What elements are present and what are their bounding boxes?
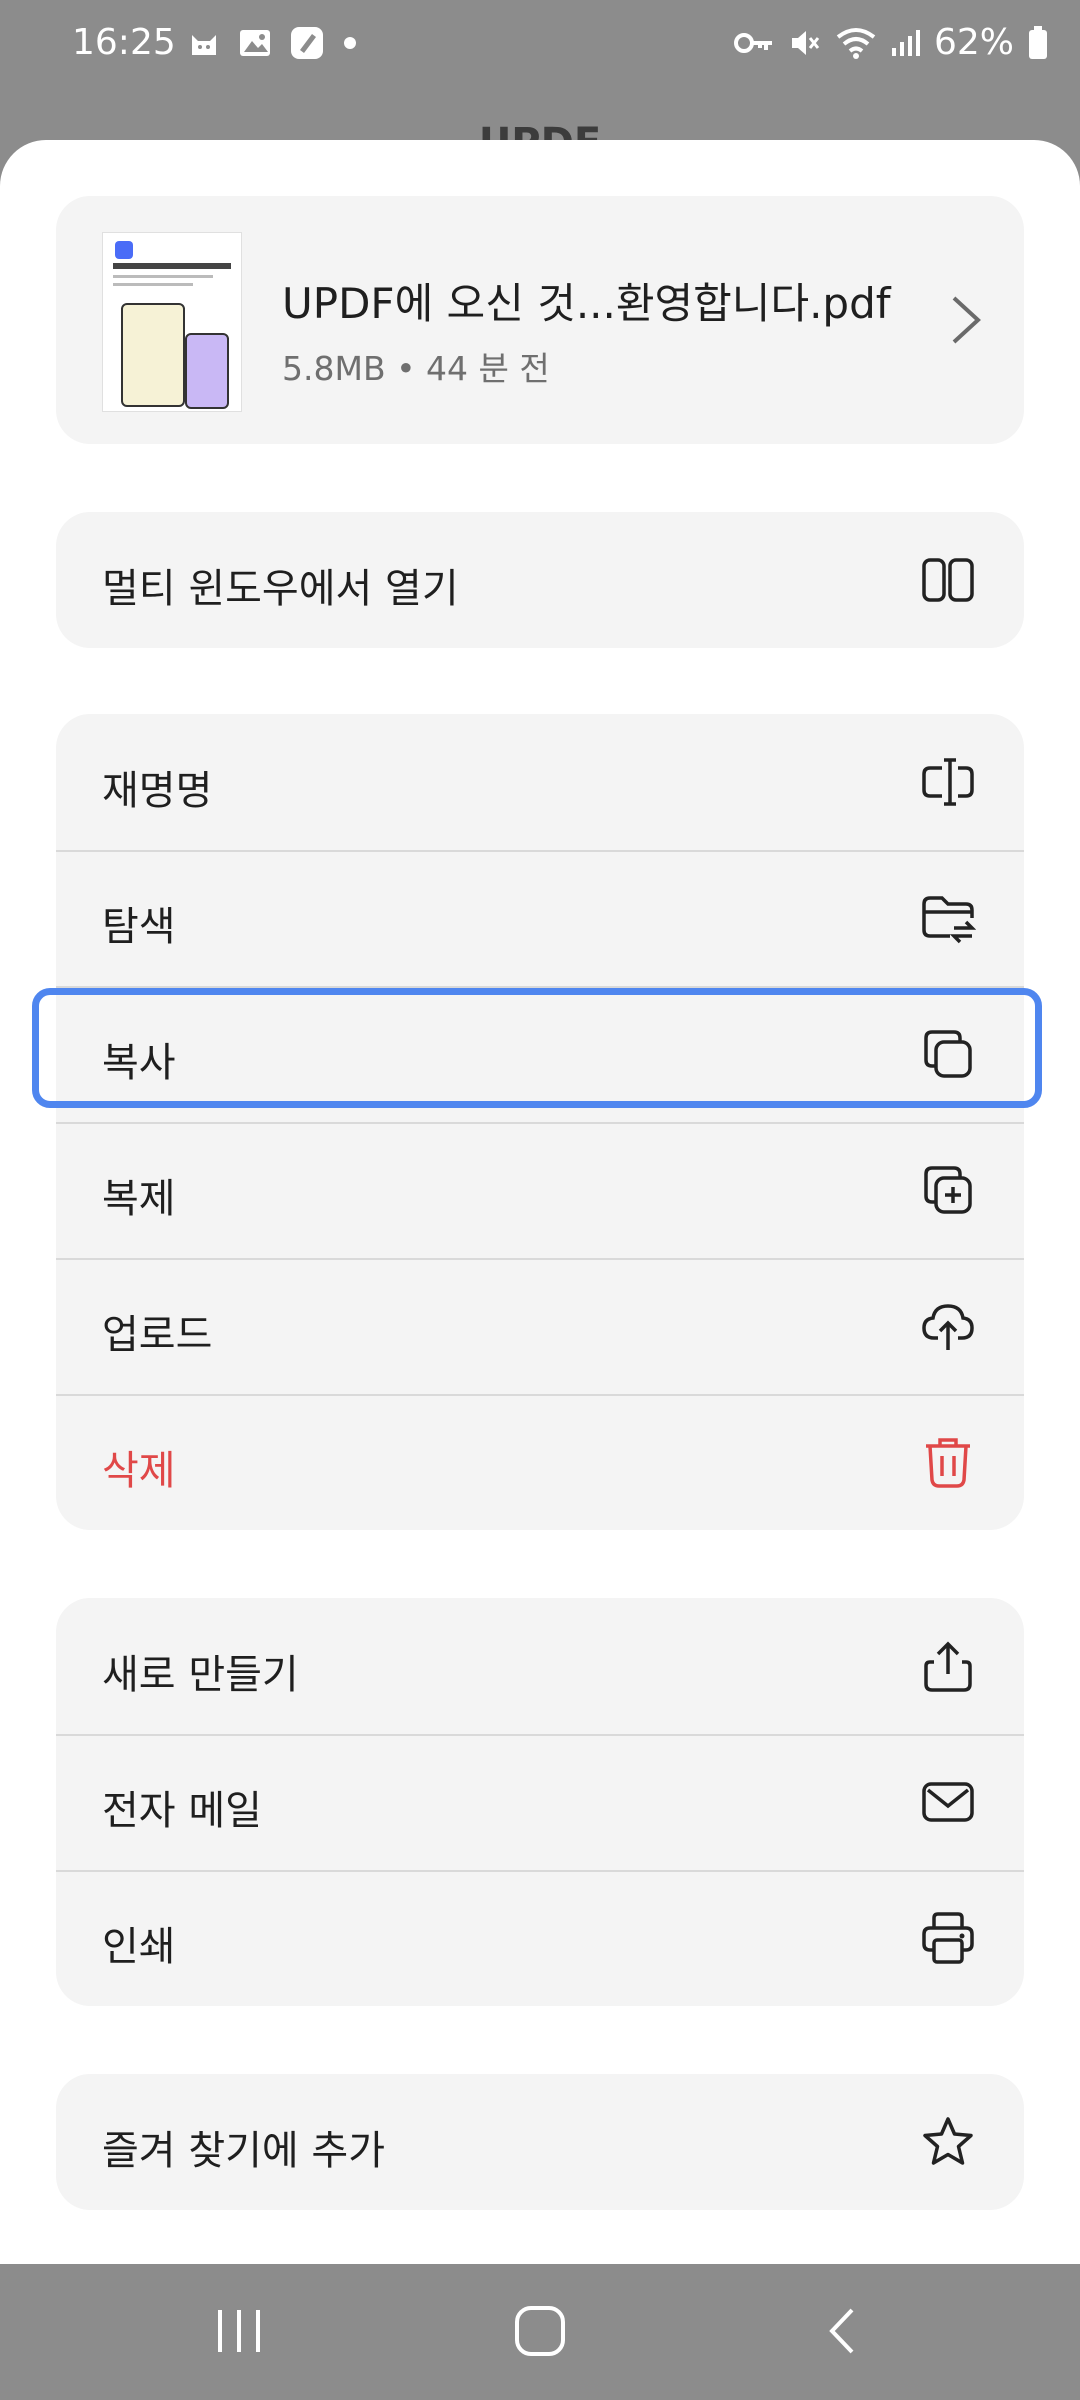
menu-group-window: 멀티 윈도우에서 열기 bbox=[56, 512, 1024, 648]
menu-item-email[interactable]: 전자 메일 bbox=[56, 1734, 1024, 1870]
chevron-right-icon bbox=[948, 292, 984, 352]
star-icon bbox=[920, 2114, 976, 2170]
navigation-bar bbox=[0, 2264, 1080, 2400]
share-icon bbox=[920, 1638, 976, 1694]
vpn-key-icon bbox=[733, 28, 774, 58]
menu-item-label: 삭제 bbox=[102, 1448, 176, 1494]
battery-percent: 62% bbox=[933, 22, 1014, 63]
copy-item-highlight bbox=[32, 988, 1042, 1108]
gallery-icon bbox=[238, 27, 272, 59]
cat-notification-icon bbox=[188, 27, 220, 59]
printer-icon bbox=[920, 1910, 976, 1966]
menu-item-label: 인쇄 bbox=[102, 1924, 176, 1970]
menu-item-duplicate[interactable]: 복제 bbox=[56, 1122, 1024, 1258]
signal-icon bbox=[890, 28, 920, 58]
menu-item-label: 전자 메일 bbox=[102, 1788, 262, 1834]
file-thumbnail bbox=[102, 232, 242, 412]
menu-item-label: 복제 bbox=[102, 1176, 176, 1222]
dot-icon bbox=[342, 35, 358, 51]
menu-group-share: 새로 만들기 전자 메일 인쇄 bbox=[56, 1598, 1024, 2006]
menu-item-label: 멀티 윈도우에서 열기 bbox=[102, 566, 459, 612]
recents-icon[interactable] bbox=[214, 2304, 264, 2362]
mute-icon bbox=[788, 26, 822, 60]
home-icon[interactable] bbox=[512, 2304, 568, 2362]
split-window-icon bbox=[920, 552, 976, 608]
status-time: 16:25 bbox=[72, 22, 176, 63]
rename-cursor-icon bbox=[920, 754, 976, 810]
folder-swap-icon bbox=[920, 890, 976, 946]
battery-icon bbox=[1028, 25, 1048, 60]
menu-item-label: 업로드 bbox=[102, 1312, 213, 1358]
menu-item-label: 새로 만들기 bbox=[102, 1652, 299, 1698]
menu-item-rename[interactable]: 재명명 bbox=[56, 714, 1024, 850]
file-meta: 5.8MB • 44 분 전 bbox=[282, 349, 550, 388]
menu-item-add-favorite[interactable]: 즐겨 찾기에 추가 bbox=[56, 2074, 1024, 2210]
cloud-upload-icon bbox=[920, 1298, 976, 1354]
pen-app-icon bbox=[290, 26, 324, 60]
file-actions-sheet: UPDF에 오신 것...환영합니다.pdf 5.8MB • 44 분 전 멀티… bbox=[0, 140, 1080, 2264]
menu-item-delete[interactable]: 삭제 bbox=[56, 1394, 1024, 1530]
trash-icon bbox=[920, 1434, 976, 1490]
menu-group-favorite: 즐겨 찾기에 추가 bbox=[56, 2074, 1024, 2210]
menu-item-explore[interactable]: 탐색 bbox=[56, 850, 1024, 986]
file-name: UPDF에 오신 것...환영합니다.pdf bbox=[282, 279, 891, 328]
duplicate-icon bbox=[920, 1162, 976, 1218]
file-info-card[interactable]: UPDF에 오신 것...환영합니다.pdf 5.8MB • 44 분 전 bbox=[56, 196, 1024, 444]
mail-icon bbox=[920, 1774, 976, 1830]
menu-item-open-multi-window[interactable]: 멀티 윈도우에서 열기 bbox=[56, 512, 1024, 648]
menu-group-file: 재명명 탐색 복사 복제 업로드 삭제 bbox=[56, 714, 1024, 1530]
menu-item-new[interactable]: 새로 만들기 bbox=[56, 1598, 1024, 1734]
menu-item-print[interactable]: 인쇄 bbox=[56, 1870, 1024, 2006]
menu-item-label: 즐겨 찾기에 추가 bbox=[102, 2128, 386, 2174]
back-icon[interactable] bbox=[822, 2304, 862, 2362]
wifi-icon bbox=[836, 27, 876, 59]
status-bar: 16:25 62% bbox=[0, 0, 1080, 92]
menu-item-label: 탐색 bbox=[102, 904, 176, 950]
menu-item-upload[interactable]: 업로드 bbox=[56, 1258, 1024, 1394]
menu-item-label: 재명명 bbox=[102, 768, 213, 814]
